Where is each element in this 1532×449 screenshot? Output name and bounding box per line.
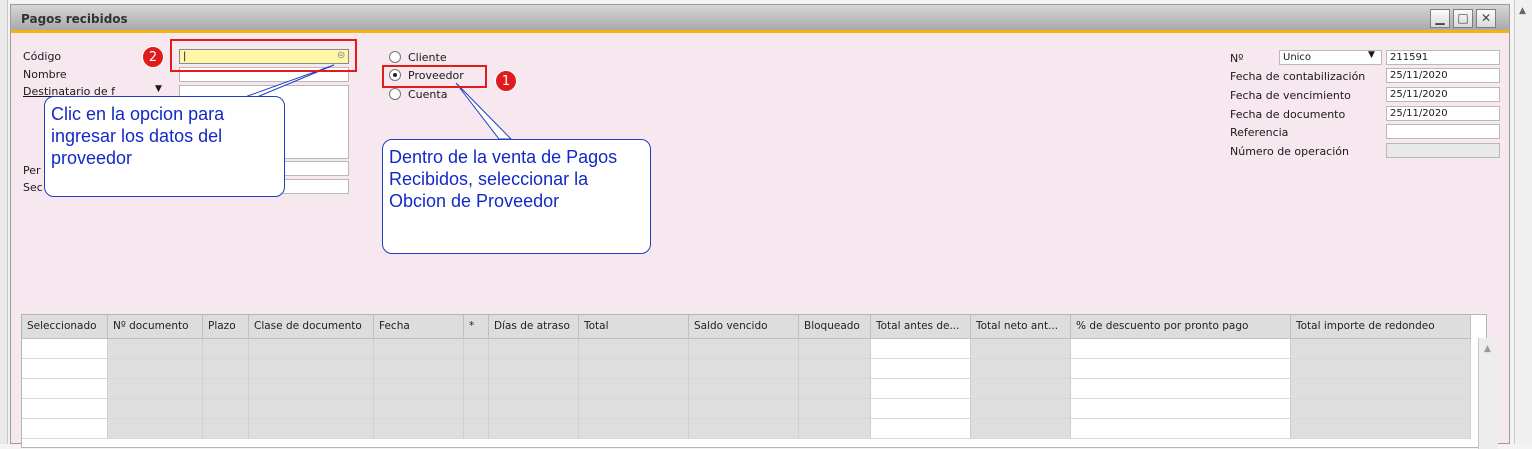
step-badge-2: 2 bbox=[142, 46, 164, 68]
callout-proveedor: Dentro de la venta de Pagos Recibidos, s… bbox=[382, 139, 651, 254]
background-app-edge bbox=[0, 0, 8, 444]
callout-codigo: Clic en la opcion para ingresar los dato… bbox=[44, 96, 285, 197]
pagos-recibidos-window: Pagos recibidos ▁ □ ✕ Código | ⊜ Nombre … bbox=[10, 4, 1510, 449]
highlight-codigo bbox=[170, 39, 357, 72]
step-badge-1: 1 bbox=[495, 70, 517, 92]
highlight-proveedor bbox=[382, 65, 487, 88]
background-scrollbar[interactable]: ▲ bbox=[1514, 0, 1532, 444]
scroll-up-icon[interactable]: ▲ bbox=[1519, 6, 1526, 16]
